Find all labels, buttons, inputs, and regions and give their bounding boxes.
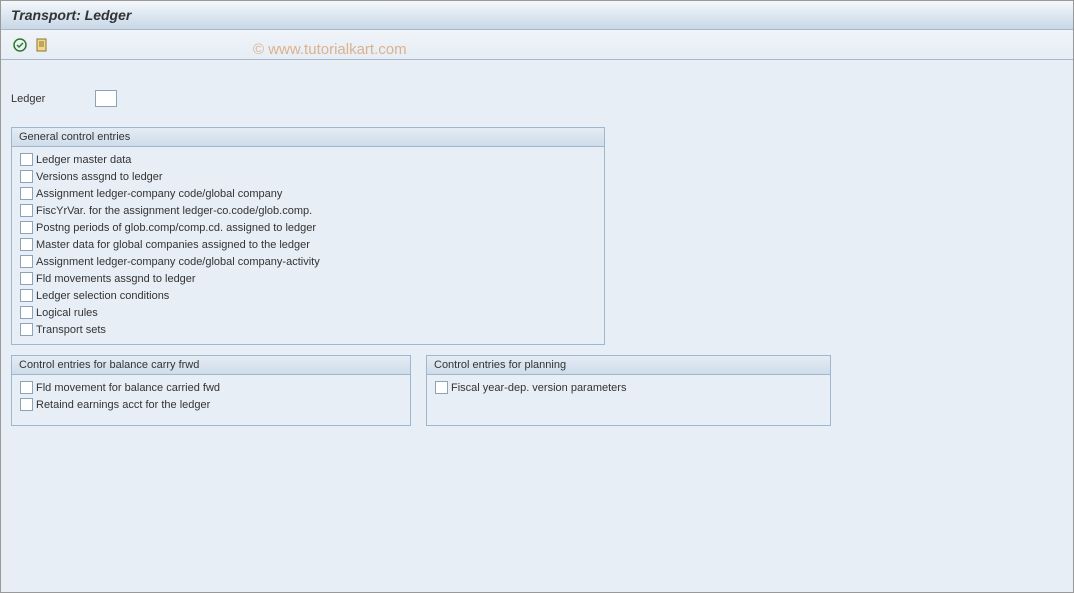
checkbox-label[interactable]: Versions assgnd to ledger (36, 171, 163, 183)
balance-carry-header: Control entries for balance carry frwd (12, 356, 410, 375)
bottom-group-row: Control entries for balance carry frwd F… (11, 355, 1063, 436)
toolbar (1, 30, 1073, 60)
checkbox-row: Assignment ledger-company code/global co… (20, 187, 596, 200)
planning-body: Fiscal year-dep. version parameters (427, 375, 830, 425)
ledger-master-data-checkbox[interactable] (20, 153, 33, 166)
checkbox-label[interactable]: Assignment ledger-company code/global co… (36, 256, 320, 268)
window-title-bar: Transport: Ledger (1, 1, 1073, 30)
checkbox-label[interactable]: Retaind earnings acct for the ledger (36, 399, 210, 411)
master-data-global-checkbox[interactable] (20, 238, 33, 251)
checkbox-row: Fiscal year-dep. version parameters (435, 381, 822, 394)
checkbox-row: Transport sets (20, 323, 596, 336)
variant-icon[interactable] (33, 36, 51, 54)
checkbox-label[interactable]: Fiscal year-dep. version parameters (451, 382, 626, 394)
checkbox-row: Fld movements assgnd to ledger (20, 272, 596, 285)
checkbox-row: Assignment ledger-company code/global co… (20, 255, 596, 268)
ledger-input[interactable] (95, 90, 117, 107)
retained-earnings-checkbox[interactable] (20, 398, 33, 411)
checkbox-label[interactable]: FiscYrVar. for the assignment ledger-co.… (36, 205, 312, 217)
planning-group: Control entries for planning Fiscal year… (426, 355, 831, 426)
checkbox-label[interactable]: Transport sets (36, 324, 106, 336)
fiscal-year-version-checkbox[interactable] (435, 381, 448, 394)
checkbox-label[interactable]: Postng periods of glob.comp/comp.cd. ass… (36, 222, 316, 234)
checkbox-row: Master data for global companies assigne… (20, 238, 596, 251)
checkbox-row: Ledger selection conditions (20, 289, 596, 302)
ledger-selection-checkbox[interactable] (20, 289, 33, 302)
general-control-body: Ledger master data Versions assgnd to le… (12, 147, 604, 344)
ledger-field-row: Ledger (11, 90, 1063, 107)
checkbox-label[interactable]: Ledger master data (36, 154, 131, 166)
checkbox-label[interactable]: Logical rules (36, 307, 98, 319)
checkbox-row: Versions assgnd to ledger (20, 170, 596, 183)
general-control-group: General control entries Ledger master da… (11, 127, 605, 345)
fld-movement-balance-checkbox[interactable] (20, 381, 33, 394)
checkbox-label[interactable]: Fld movements assgnd to ledger (36, 273, 196, 285)
checkbox-row: Ledger master data (20, 153, 596, 166)
checkbox-label[interactable]: Assignment ledger-company code/global co… (36, 188, 282, 200)
checkbox-row: FiscYrVar. for the assignment ledger-co.… (20, 204, 596, 217)
content-area: Ledger General control entries Ledger ma… (1, 60, 1073, 446)
logical-rules-checkbox[interactable] (20, 306, 33, 319)
transport-sets-checkbox[interactable] (20, 323, 33, 336)
balance-carry-body: Fld movement for balance carried fwd Ret… (12, 375, 410, 419)
checkbox-row: Fld movement for balance carried fwd (20, 381, 402, 394)
assignment-ledger-activity-checkbox[interactable] (20, 255, 33, 268)
checkbox-row: Postng periods of glob.comp/comp.cd. ass… (20, 221, 596, 234)
checkbox-row: Retaind earnings acct for the ledger (20, 398, 402, 411)
execute-icon[interactable] (11, 36, 29, 54)
fiscyrvar-checkbox[interactable] (20, 204, 33, 217)
checkbox-label[interactable]: Master data for global companies assigne… (36, 239, 310, 251)
balance-carry-group: Control entries for balance carry frwd F… (11, 355, 411, 426)
checkbox-row: Logical rules (20, 306, 596, 319)
general-control-header: General control entries (12, 128, 604, 147)
assignment-ledger-company-checkbox[interactable] (20, 187, 33, 200)
posting-periods-checkbox[interactable] (20, 221, 33, 234)
checkbox-label[interactable]: Ledger selection conditions (36, 290, 169, 302)
versions-assigned-checkbox[interactable] (20, 170, 33, 183)
ledger-label: Ledger (11, 93, 45, 105)
planning-header: Control entries for planning (427, 356, 830, 375)
window-title: Transport: Ledger (11, 7, 131, 23)
fld-movements-checkbox[interactable] (20, 272, 33, 285)
checkbox-label[interactable]: Fld movement for balance carried fwd (36, 382, 220, 394)
